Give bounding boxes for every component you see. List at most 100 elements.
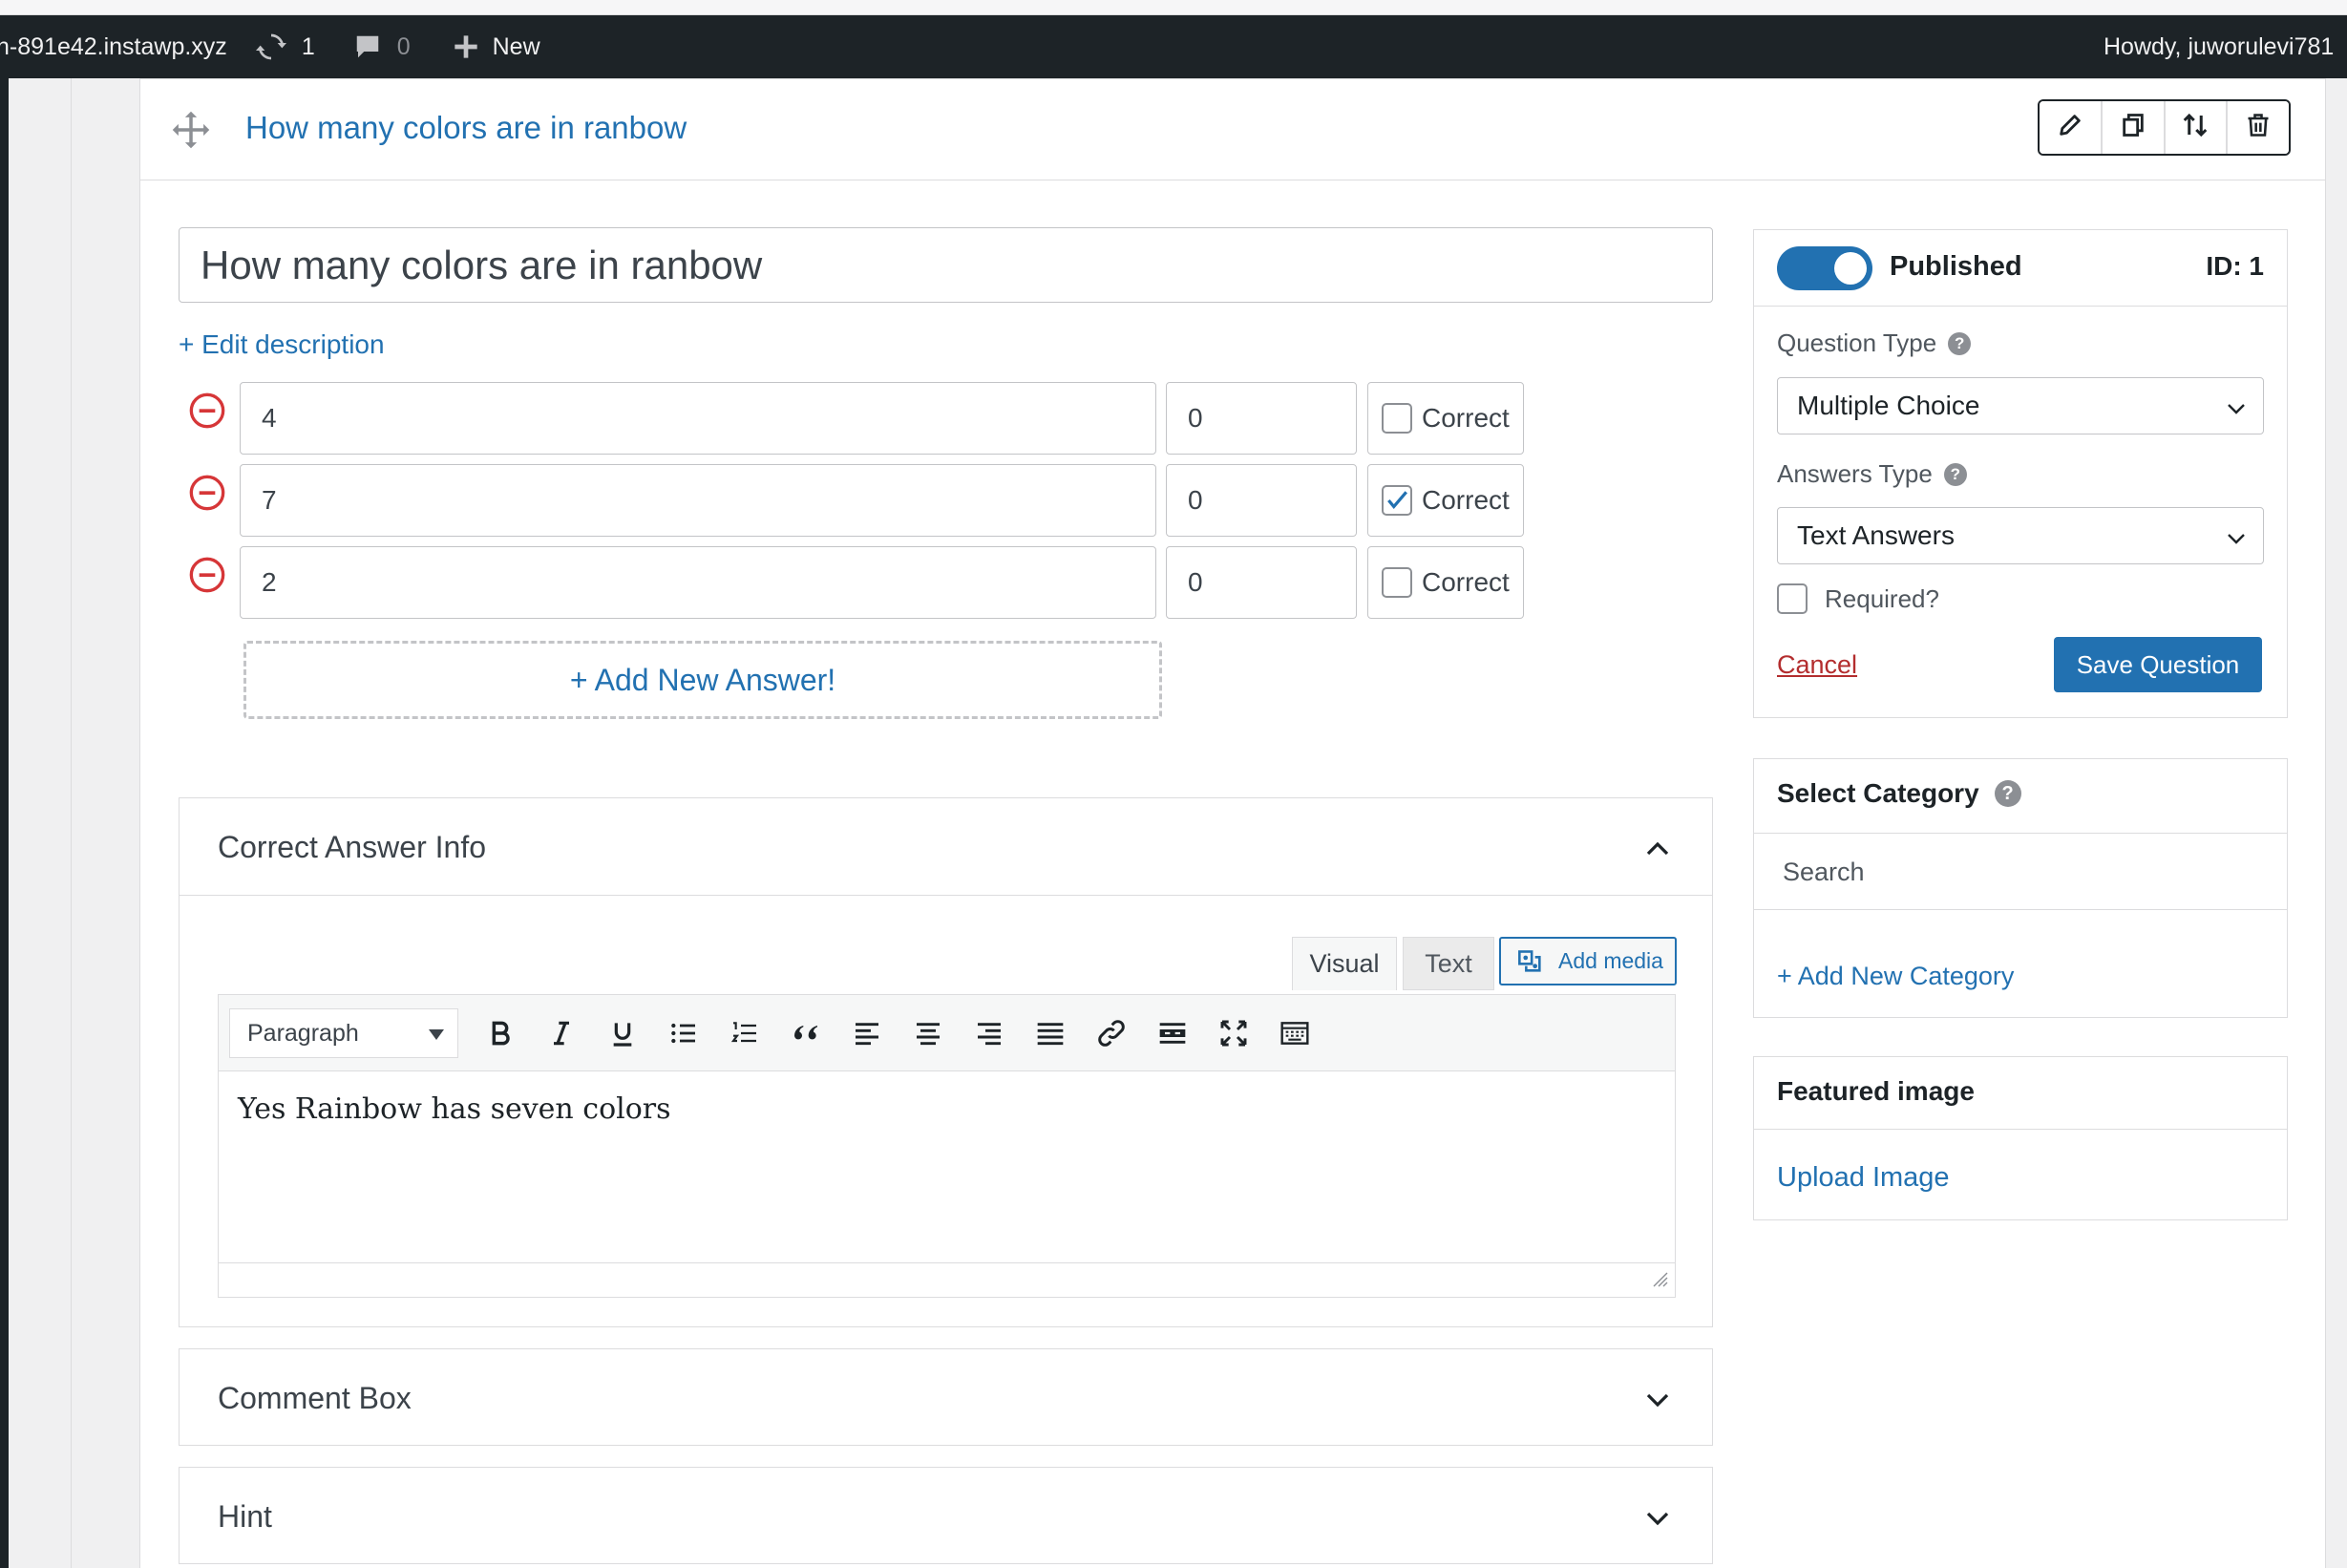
trash-icon bbox=[2245, 112, 2272, 143]
browser-top-strip bbox=[0, 0, 2347, 15]
admin-bar-site-link[interactable]: n-891e42.instawp.xyz bbox=[0, 15, 227, 78]
add-media-label: Add media bbox=[1558, 948, 1663, 973]
delete-button[interactable] bbox=[2228, 101, 2289, 154]
admin-bar: n-891e42.instawp.xyz 1 0 New Howdy, juwo… bbox=[0, 15, 2347, 78]
new-label: New bbox=[492, 32, 540, 60]
insert-link-button[interactable] bbox=[1081, 1006, 1142, 1060]
underline-button[interactable] bbox=[592, 1006, 653, 1060]
duplicate-button[interactable] bbox=[2102, 101, 2166, 154]
bold-icon bbox=[492, 1021, 510, 1045]
numbered-list-button[interactable] bbox=[714, 1006, 775, 1060]
answer-row: 2 0 Correct bbox=[179, 546, 1668, 619]
answer-points-input[interactable]: 0 bbox=[1166, 546, 1357, 619]
question-header-title[interactable]: How many colors are in ranbow bbox=[245, 110, 687, 146]
comment-icon bbox=[353, 32, 382, 61]
required-checkbox-row[interactable]: Required? bbox=[1777, 583, 1939, 614]
italic-button[interactable] bbox=[531, 1006, 592, 1060]
align-center-button[interactable] bbox=[898, 1006, 959, 1060]
read-more-icon bbox=[1159, 1022, 1186, 1044]
answers-type-label-text: Answers Type bbox=[1777, 459, 1933, 488]
published-label: Published bbox=[1890, 251, 2022, 282]
edit-button[interactable] bbox=[2040, 101, 2103, 154]
bold-button[interactable] bbox=[470, 1006, 531, 1060]
chevron-down-icon[interactable] bbox=[1643, 1386, 1672, 1419]
answers-type-value: Text Answers bbox=[1797, 520, 1955, 550]
question-type-label: Question Type ? bbox=[1777, 328, 1972, 358]
correct-answer-info-title: Correct Answer Info bbox=[218, 830, 486, 864]
admin-bar-comments[interactable]: 0 bbox=[353, 15, 411, 78]
answer-correct-toggle[interactable]: Correct bbox=[1367, 382, 1524, 455]
format-select-value: Paragraph bbox=[247, 1019, 359, 1047]
category-title: Select Category ? bbox=[1777, 778, 2021, 809]
answer-points-input[interactable]: 0 bbox=[1166, 382, 1357, 455]
fullscreen-button[interactable] bbox=[1203, 1006, 1264, 1060]
save-question-button[interactable]: Save Question bbox=[2054, 637, 2262, 692]
upload-image-link[interactable]: Upload Image bbox=[1777, 1162, 1950, 1194]
tab-text[interactable]: Text bbox=[1403, 937, 1494, 990]
justify-button[interactable] bbox=[1020, 1006, 1081, 1060]
admin-bar-new[interactable]: New bbox=[453, 15, 540, 78]
answers-type-select[interactable]: Text Answers bbox=[1777, 507, 2264, 564]
answer-points-input[interactable]: 0 bbox=[1166, 464, 1357, 537]
read-more-button[interactable] bbox=[1142, 1006, 1203, 1060]
comment-box-section[interactable]: Comment Box bbox=[179, 1348, 1713, 1446]
toolbar-toggle-button[interactable] bbox=[1264, 1006, 1325, 1060]
correct-answer-info-header[interactable]: Correct Answer Info bbox=[180, 798, 1712, 896]
category-title-text: Select Category bbox=[1777, 778, 1979, 808]
add-media-button[interactable]: Add media bbox=[1499, 937, 1677, 985]
help-icon[interactable]: ? bbox=[1994, 780, 2021, 807]
howdy-text: Howdy, juworulevi781 bbox=[2104, 32, 2335, 60]
edit-description-link[interactable]: + Edit description bbox=[179, 329, 385, 360]
editor-statusbar bbox=[219, 1262, 1675, 1297]
answer-text-input[interactable]: 2 bbox=[240, 546, 1156, 619]
answer-row: 7 0 Correct bbox=[179, 464, 1668, 537]
chevron-down-icon bbox=[2228, 404, 2245, 414]
site-name: n-891e42.instawp.xyz bbox=[0, 32, 227, 60]
underline-icon bbox=[613, 1022, 632, 1047]
add-new-category-link[interactable]: + Add New Category bbox=[1777, 962, 2014, 991]
tab-visual[interactable]: Visual bbox=[1292, 937, 1397, 990]
add-new-answer-button[interactable]: + Add New Answer! bbox=[243, 641, 1162, 719]
rich-text-editor: Paragraph Yes Rainbow has seven colors bbox=[218, 994, 1676, 1298]
category-search-input[interactable]: Search bbox=[1754, 834, 2287, 910]
published-toggle[interactable] bbox=[1777, 246, 1872, 290]
correct-label: Correct bbox=[1422, 485, 1510, 515]
answer-correct-toggle[interactable]: Correct bbox=[1367, 546, 1524, 619]
hint-section[interactable]: Hint bbox=[179, 1467, 1713, 1564]
chevron-down-icon[interactable] bbox=[1643, 1504, 1672, 1537]
editor-content[interactable]: Yes Rainbow has seven colors bbox=[238, 1092, 671, 1126]
required-checkbox[interactable] bbox=[1777, 583, 1808, 614]
align-left-button[interactable] bbox=[836, 1006, 898, 1060]
format-select[interactable]: Paragraph bbox=[229, 1007, 458, 1058]
chevron-up-icon[interactable] bbox=[1643, 835, 1672, 868]
category-header: Select Category ? bbox=[1754, 759, 2287, 834]
caret-down-icon bbox=[429, 1028, 444, 1040]
question-title-input[interactable]: How many colors are in ranbow bbox=[179, 227, 1713, 303]
bullet-list-button[interactable] bbox=[653, 1006, 714, 1060]
question-panel-header: How many colors are in ranbow bbox=[140, 79, 2325, 180]
resize-handle-icon[interactable] bbox=[1650, 1269, 1669, 1293]
correct-checkbox[interactable] bbox=[1382, 567, 1412, 598]
cancel-link[interactable]: Cancel bbox=[1777, 650, 1857, 680]
remove-answer-icon[interactable] bbox=[188, 392, 226, 434]
help-icon[interactable]: ? bbox=[1948, 331, 1972, 355]
correct-checkbox-checked[interactable] bbox=[1382, 485, 1412, 516]
align-right-button[interactable] bbox=[959, 1006, 1020, 1060]
reorder-button[interactable] bbox=[2165, 101, 2229, 154]
move-icon[interactable] bbox=[171, 110, 211, 155]
answer-text-input[interactable]: 7 bbox=[240, 464, 1156, 537]
featured-image-title: Featured image bbox=[1777, 1076, 1975, 1106]
help-icon[interactable]: ? bbox=[1943, 462, 1967, 486]
remove-answer-icon[interactable] bbox=[188, 556, 226, 599]
question-type-select[interactable]: Multiple Choice bbox=[1777, 377, 2264, 434]
admin-bar-account[interactable]: Howdy, juworulevi781 bbox=[2104, 15, 2334, 78]
correct-checkbox[interactable] bbox=[1382, 403, 1412, 434]
remove-answer-icon[interactable] bbox=[188, 474, 226, 517]
checkmark-icon bbox=[1387, 491, 1407, 510]
admin-bar-updates[interactable]: 1 bbox=[255, 15, 315, 78]
blockquote-button[interactable] bbox=[775, 1006, 836, 1060]
answer-correct-toggle[interactable]: Correct bbox=[1367, 464, 1524, 537]
updates-icon bbox=[255, 32, 286, 62]
answer-text-input[interactable]: 4 bbox=[240, 382, 1156, 455]
answers-type-label: Answers Type ? bbox=[1777, 459, 1967, 489]
